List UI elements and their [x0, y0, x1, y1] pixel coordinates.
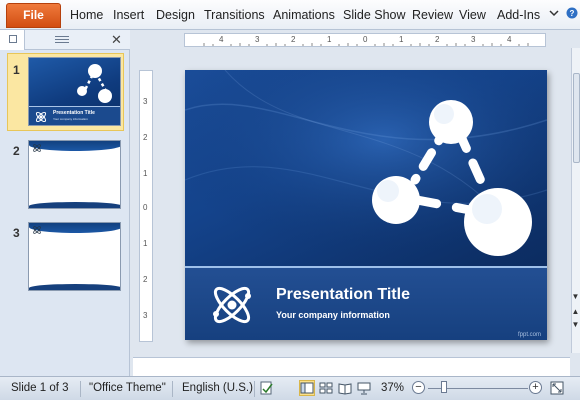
slide-background-art: [185, 70, 547, 270]
tab-insert[interactable]: Insert: [113, 8, 144, 22]
tab-home[interactable]: Home: [70, 8, 103, 22]
horizontal-ruler[interactable]: 4 3 2 1 0 1 2 3 4: [184, 33, 546, 47]
slide-watermark: fppt.com: [518, 332, 542, 338]
normal-view-icon[interactable]: [299, 380, 315, 396]
slide-thumbnail-2[interactable]: [28, 140, 121, 209]
status-bar: Slide 1 of 3 "Office Theme" English (U.S…: [0, 376, 580, 400]
previous-slide-icon[interactable]: ▲: [571, 307, 580, 316]
scroll-down-arrow-icon[interactable]: ▼: [571, 292, 580, 301]
slide-number-1: 1: [13, 63, 20, 77]
atom-icon: [33, 144, 41, 152]
tab-slide-show[interactable]: Slide Show: [343, 8, 406, 22]
slides-panel-header: ✕: [0, 30, 130, 50]
atom-icon: [213, 286, 251, 324]
zoom-in-button[interactable]: +: [529, 381, 542, 394]
theme-status[interactable]: "Office Theme": [89, 382, 166, 394]
slide-subtitle[interactable]: Your company information: [276, 310, 390, 320]
slide-sorter-icon[interactable]: [318, 380, 334, 396]
fit-slide-to-window-icon[interactable]: [549, 380, 565, 396]
atom-icon: [33, 226, 41, 234]
slides-tab-icon[interactable]: [0, 30, 25, 50]
chevron-down-icon[interactable]: [548, 6, 560, 20]
tab-transitions[interactable]: Transitions: [204, 8, 265, 22]
slide-show-view-icon[interactable]: [356, 380, 372, 396]
notes-pane[interactable]: [133, 357, 570, 376]
tab-review[interactable]: Review: [412, 8, 453, 22]
outline-tab-icon[interactable]: [55, 34, 69, 45]
tab-view[interactable]: View: [459, 8, 486, 22]
ruler-tick: 0: [143, 203, 148, 212]
zoom-out-button[interactable]: −: [412, 381, 425, 394]
vertical-ruler[interactable]: 3 2 1 0 1 2 3: [139, 70, 153, 342]
next-slide-icon[interactable]: ▼: [571, 320, 580, 329]
ruler-tick: 1: [143, 169, 148, 178]
tab-animations[interactable]: Animations: [273, 8, 335, 22]
ruler-tick: 1: [143, 239, 148, 248]
slide-count-status: Slide 1 of 3: [11, 382, 69, 394]
svg-text:?: ?: [570, 9, 575, 18]
tab-design[interactable]: Design: [156, 8, 195, 22]
ruler-tick: 3: [143, 97, 148, 106]
thumbnail-title: Presentation Title: [53, 110, 95, 116]
zoom-level[interactable]: 37%: [381, 382, 404, 394]
slide-canvas[interactable]: Presentation Title Your company informat…: [185, 70, 547, 340]
slides-panel: ✕ 1 Presentation Title Your company info…: [0, 30, 130, 376]
spell-check-icon[interactable]: [260, 380, 274, 399]
close-icon[interactable]: ✕: [111, 32, 122, 48]
slide-number-3: 3: [13, 226, 20, 240]
file-tab[interactable]: File: [6, 3, 61, 28]
thumbnail-subtitle: Your company information: [53, 117, 88, 121]
slide-number-2: 2: [13, 144, 20, 158]
slide-thumbnail-3[interactable]: [28, 222, 121, 291]
reading-view-icon[interactable]: [337, 380, 353, 396]
slide-thumbnail-1[interactable]: Presentation Title Your company informat…: [28, 57, 121, 126]
slide-title[interactable]: Presentation Title: [276, 286, 410, 304]
language-status[interactable]: English (U.S.): [182, 382, 253, 394]
ruler-tick: 3: [143, 311, 148, 320]
tab-add-ins[interactable]: Add-Ins: [497, 8, 540, 22]
help-icon[interactable]: ?: [566, 6, 578, 20]
ruler-tick: 2: [143, 133, 148, 142]
zoom-slider-handle[interactable]: [441, 381, 447, 393]
ribbon-tab-bar: File Home Insert Design Transitions Anim…: [0, 0, 580, 30]
scrollbar-thumb[interactable]: [573, 73, 580, 163]
ruler-tick: 2: [143, 275, 148, 284]
